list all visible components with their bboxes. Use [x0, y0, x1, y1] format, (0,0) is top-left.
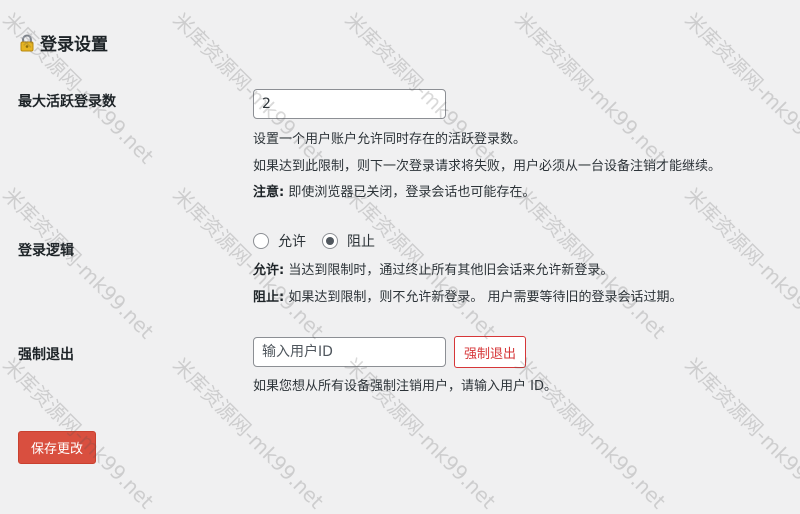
watermark: 米库资源网-mk99.net	[510, 7, 671, 169]
watermark: 米库资源网-mk99.net	[0, 182, 159, 344]
force-logout-desc: 如果您想从所有设备强制注销用户，请输入用户 ID。	[253, 379, 557, 394]
radio-block[interactable]	[322, 233, 338, 249]
save-changes-button[interactable]: 保存更改	[18, 431, 97, 464]
max-sessions-desc-2: 如果达到此限制，则下一次登录请求将失败，用户必须从一台设备注销才能继续。	[253, 159, 722, 174]
max-sessions-label: 最大活跃登录数	[18, 94, 116, 110]
login-logic-radio-group: 允许 阻止	[253, 231, 391, 251]
watermark: 米库资源网-mk99.net	[680, 352, 800, 514]
note-label: 注意:	[253, 185, 285, 200]
allow-label: 允许:	[253, 263, 285, 278]
force-logout-label: 强制退出	[18, 347, 74, 363]
watermark: 米库资源网-mk99.net	[680, 182, 800, 344]
watermark: 米库资源网-mk99.net	[680, 7, 800, 169]
block-label: 阻止:	[253, 290, 285, 305]
max-sessions-input[interactable]	[253, 89, 446, 119]
section-title-text: 登录设置	[40, 35, 108, 55]
user-id-input[interactable]	[253, 337, 446, 367]
radio-block-label[interactable]: 阻止	[347, 231, 375, 251]
radio-allow-label[interactable]: 允许	[278, 231, 306, 251]
block-desc: 阻止: 如果达到限制，则不允许新登录。 用户需要等待旧的登录会话过期。	[253, 286, 682, 305]
max-sessions-desc-1: 设置一个用户账户允许同时存在的活跃登录数。	[253, 132, 527, 147]
allow-text: 当达到限制时，通过终止所有其他旧会话来允许新登录。	[284, 263, 614, 278]
max-sessions-note: 注意: 即使浏览器已关闭，登录会话也可能存在。	[253, 181, 535, 200]
section-title: 登录设置	[18, 30, 108, 55]
lock-icon	[18, 34, 36, 52]
block-text: 如果达到限制，则不允许新登录。 用户需要等待旧的登录会话过期。	[284, 290, 683, 305]
allow-desc: 允许: 当达到限制时，通过终止所有其他旧会话来允许新登录。	[253, 259, 613, 278]
force-logout-button[interactable]: 强制退出	[454, 336, 527, 368]
note-text: 即使浏览器已关闭，登录会话也可能存在。	[284, 185, 536, 200]
radio-allow[interactable]	[253, 233, 269, 249]
login-logic-label: 登录逻辑	[18, 243, 74, 259]
settings-page: 登录设置 最大活跃登录数 设置一个用户账户允许同时存在的活跃登录数。 如果达到此…	[0, 0, 800, 513]
